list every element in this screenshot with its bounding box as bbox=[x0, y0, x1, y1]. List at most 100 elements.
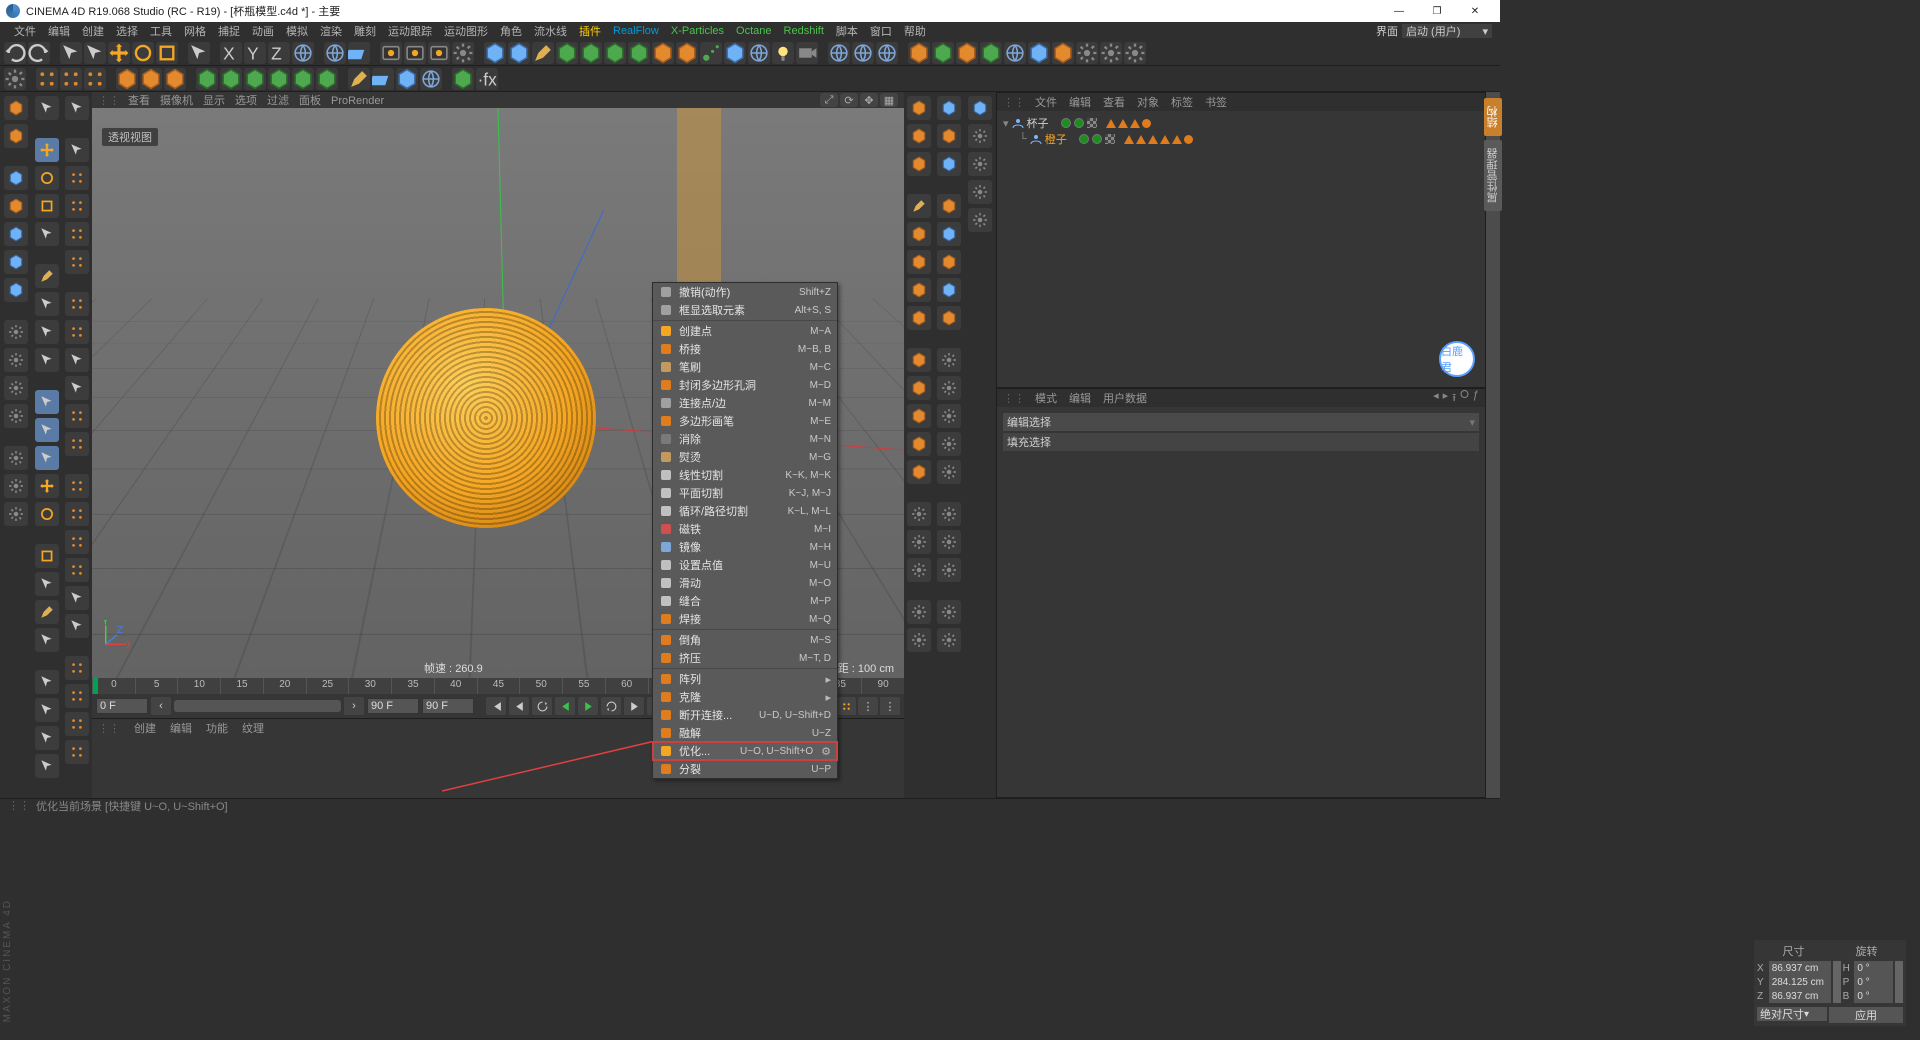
tool-dots-icon[interactable] bbox=[84, 68, 106, 90]
obj-tab-对象[interactable]: 对象 bbox=[1137, 97, 1159, 109]
maximize-button[interactable]: ❐ bbox=[1418, 0, 1456, 22]
menu-文件[interactable]: 文件 bbox=[8, 23, 42, 39]
tool-undo-icon[interactable] bbox=[4, 42, 26, 64]
scale-mode-select[interactable]: 绝对尺寸 ▾ bbox=[1757, 1007, 1827, 1021]
lp3-btn-9[interactable] bbox=[65, 376, 89, 400]
tool-cubeG-icon[interactable] bbox=[604, 42, 626, 64]
rp3-btn-2[interactable] bbox=[968, 152, 992, 176]
lp2-btn-9[interactable] bbox=[35, 390, 59, 414]
tool-cubeG-icon[interactable] bbox=[452, 68, 474, 90]
menu-渲染[interactable]: 渲染 bbox=[314, 23, 348, 39]
ctx-extrude[interactable]: 挤压 M~T, D bbox=[653, 649, 837, 667]
lp2-btn-2[interactable] bbox=[35, 166, 59, 190]
ctx-bevel[interactable]: 倒角 M~S bbox=[653, 631, 837, 649]
size-X-input[interactable]: 86.937 cm bbox=[1769, 961, 1831, 975]
tool-render-icon[interactable] bbox=[380, 42, 402, 64]
material-tab-纹理[interactable]: 纹理 bbox=[242, 723, 264, 735]
lp2-btn-1[interactable] bbox=[35, 138, 59, 162]
step-back-icon[interactable] bbox=[509, 697, 529, 715]
rp1-btn-11[interactable] bbox=[907, 432, 931, 456]
range-prev-icon[interactable]: ‹ bbox=[151, 697, 171, 715]
tool-globe-icon[interactable] bbox=[324, 42, 346, 64]
vtab-属性管理器[interactable]: 属性管理器 bbox=[1484, 140, 1502, 211]
lp3-btn-15[interactable] bbox=[65, 558, 89, 582]
phong-tag-icon[interactable] bbox=[1124, 135, 1134, 144]
rp1-btn-0[interactable] bbox=[907, 96, 931, 120]
tool-scale-icon[interactable] bbox=[156, 42, 178, 64]
tool-pen-icon[interactable] bbox=[532, 42, 554, 64]
viewport-menu-选项[interactable]: 选项 bbox=[235, 95, 257, 107]
play-back-icon[interactable] bbox=[555, 697, 575, 715]
obj-tab-标签[interactable]: 标签 bbox=[1171, 97, 1193, 109]
key-pla-icon[interactable] bbox=[836, 697, 856, 715]
lp3-btn-5[interactable] bbox=[65, 250, 89, 274]
rp2-btn-10[interactable] bbox=[937, 404, 961, 428]
tool-plane-icon[interactable] bbox=[372, 68, 394, 90]
range-next-icon[interactable]: › bbox=[344, 697, 364, 715]
rp2-btn-12[interactable] bbox=[937, 460, 961, 484]
lp3-btn-0[interactable] bbox=[65, 96, 89, 120]
lp2-btn-18[interactable] bbox=[35, 670, 59, 694]
tool-cubeG-icon[interactable] bbox=[556, 42, 578, 64]
lp3-btn-12[interactable] bbox=[65, 474, 89, 498]
lp2-btn-3[interactable] bbox=[35, 194, 59, 218]
menu-编辑[interactable]: 编辑 bbox=[42, 23, 76, 39]
ctx-knifeplane[interactable]: 平面切割 K~J, M~J bbox=[653, 484, 837, 502]
viewport-nav-icon[interactable]: ⟳ bbox=[840, 93, 858, 107]
lp2-btn-14[interactable] bbox=[35, 544, 59, 568]
tool-cubeO-icon[interactable] bbox=[956, 42, 978, 64]
tool-redo-icon[interactable] bbox=[28, 42, 50, 64]
ctx-knifeloop[interactable]: 循环/路径切割 K~L, M~L bbox=[653, 502, 837, 520]
material-tab-功能[interactable]: 功能 bbox=[206, 723, 228, 735]
attr-nav-back-icon[interactable]: ◂ bbox=[1433, 389, 1439, 408]
tool-cubeO-icon[interactable] bbox=[164, 68, 186, 90]
obj-tab-文件[interactable]: 文件 bbox=[1035, 97, 1057, 109]
rp1-btn-12[interactable] bbox=[907, 460, 931, 484]
context-menu[interactable]: 撤销(动作) Shift+Z 框显选取元素 Alt+S, S 创建点 M~A 桥… bbox=[652, 282, 838, 779]
key-opt1-icon[interactable]: ⋮ bbox=[858, 697, 878, 715]
minimize-button[interactable]: — bbox=[1380, 0, 1418, 22]
lp3-btn-1[interactable] bbox=[65, 138, 89, 162]
attr-nav-fwd-icon[interactable]: ▸ bbox=[1443, 389, 1449, 408]
tool-cubeO-icon[interactable] bbox=[676, 42, 698, 64]
lp3-btn-13[interactable] bbox=[65, 502, 89, 526]
lp3-btn-2[interactable] bbox=[65, 166, 89, 190]
menu-插件[interactable]: 插件 bbox=[573, 23, 607, 39]
menu-创建[interactable]: 创建 bbox=[76, 23, 110, 39]
tool-camera-icon[interactable] bbox=[796, 42, 818, 64]
ctx-brush[interactable]: 笔刷 M~C bbox=[653, 358, 837, 376]
lp2-btn-11[interactable] bbox=[35, 446, 59, 470]
tree-row-橙子[interactable]: └ 橙子 bbox=[1003, 131, 1479, 147]
tool-globe-icon[interactable] bbox=[828, 42, 850, 64]
size-Z-input[interactable]: 86.937 cm bbox=[1769, 989, 1831, 1003]
ctx-melt[interactable]: 融解 U~Z bbox=[653, 724, 837, 742]
menu-Redshift[interactable]: Redshift bbox=[778, 25, 830, 37]
lp3-btn-4[interactable] bbox=[65, 222, 89, 246]
ctx-split[interactable]: 分裂 U~P bbox=[653, 760, 837, 778]
rp2-btn-2[interactable] bbox=[937, 152, 961, 176]
phong-tag-icon[interactable] bbox=[1148, 135, 1158, 144]
ctx-stitch[interactable]: 缝合 M~P bbox=[653, 592, 837, 610]
lp3-btn-20[interactable] bbox=[65, 712, 89, 736]
tool-fx-icon[interactable]: ·fx bbox=[476, 68, 498, 90]
tool-globe-icon[interactable] bbox=[420, 68, 442, 90]
tool-dots-icon[interactable] bbox=[60, 68, 82, 90]
ctx-magnet[interactable]: 磁铁 M~I bbox=[653, 520, 837, 538]
tool-axisZ-icon[interactable]: Z bbox=[268, 42, 290, 64]
tool-globe-icon[interactable] bbox=[852, 42, 874, 64]
ctx-connect[interactable]: 连接点/边 M~M bbox=[653, 394, 837, 412]
ctx-bridge[interactable]: 桥接 M~B, B bbox=[653, 340, 837, 358]
tool-gear-icon[interactable] bbox=[452, 42, 474, 64]
rp1-btn-9[interactable] bbox=[907, 376, 931, 400]
phong-tag-icon[interactable] bbox=[1106, 119, 1116, 128]
rp1-btn-10[interactable] bbox=[907, 404, 931, 428]
rp1-btn-13[interactable] bbox=[907, 502, 931, 526]
rp2-btn-7[interactable] bbox=[937, 306, 961, 330]
lp3-btn-10[interactable] bbox=[65, 404, 89, 428]
ctx-setpoint[interactable]: 设置点值 M~U bbox=[653, 556, 837, 574]
lp1-btn-11[interactable] bbox=[4, 446, 28, 470]
loop-icon[interactable] bbox=[601, 697, 621, 715]
start-frame-input[interactable]: 0 F bbox=[96, 698, 148, 714]
include-loop-icon[interactable] bbox=[532, 697, 552, 715]
menu-运动跟踪[interactable]: 运动跟踪 bbox=[382, 23, 438, 39]
